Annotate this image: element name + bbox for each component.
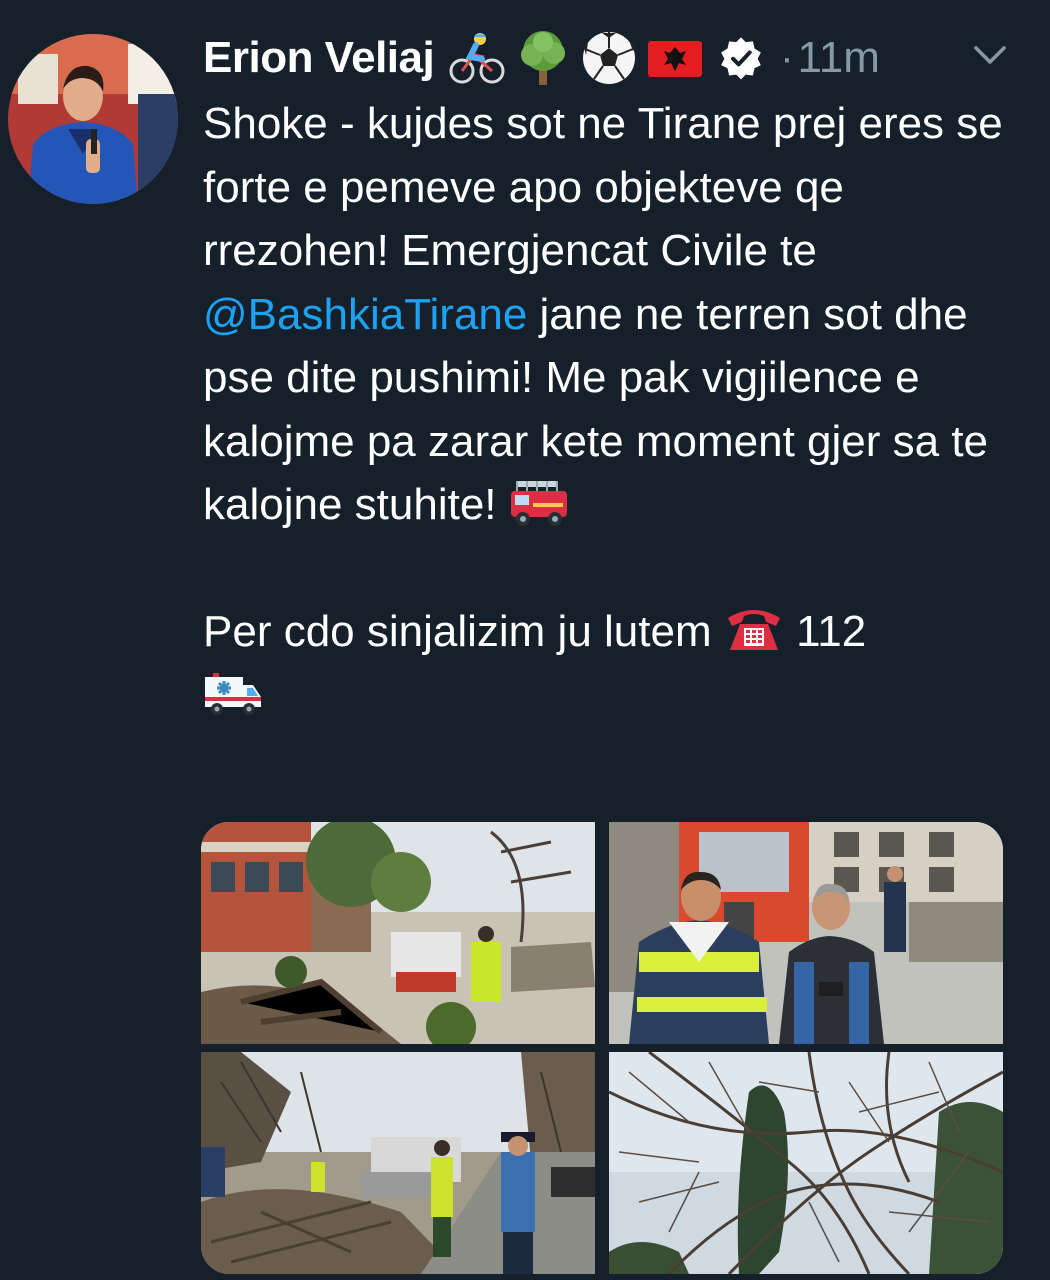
tweet: Erion Veliaj · 11m Shoke - kujdes sot ne… (0, 0, 1050, 1280)
tweet-text-part1: Shoke - kujdes sot ne Tirane prej eres s… (203, 99, 1003, 275)
timestamp[interactable]: 11m (798, 33, 880, 83)
tweet-text-line2-part1: Per cdo sinjalizim ju lutem (203, 606, 724, 656)
soccer-ball-emoji (580, 29, 638, 87)
telephone-emoji (724, 604, 784, 654)
albania-flag-emoji (646, 29, 704, 87)
media-grid (201, 822, 1003, 1274)
tweet-paragraph-1: Shoke - kujdes sot ne Tirane prej eres s… (203, 92, 1023, 537)
photo-tree-branches-sky[interactable] (609, 1052, 1003, 1274)
tree-emoji (514, 29, 572, 87)
photo-police-street-cleanup[interactable] (201, 1052, 595, 1274)
chevron-down-icon[interactable] (972, 40, 1008, 70)
ambulance-emoji (203, 667, 263, 717)
cyclist-emoji (448, 29, 506, 87)
tweet-paragraph-3 (203, 663, 1023, 727)
avatar[interactable] (8, 34, 178, 204)
mention-link[interactable]: @BashkiaTirane (203, 290, 527, 339)
separator-dot: · (780, 35, 794, 80)
tweet-paragraph-2: Per cdo sinjalizim ju lutem 112 (203, 600, 1023, 664)
photo-fallen-tree-street[interactable] (201, 822, 595, 1044)
name-emojis (448, 29, 778, 87)
author-name[interactable]: Erion Veliaj (203, 33, 435, 83)
emergency-number: 112 (783, 606, 867, 656)
tweet-text: Shoke - kujdes sot ne Tirane prej eres s… (203, 92, 1023, 727)
verified-badge-icon (712, 29, 770, 87)
fire-engine-emoji (509, 477, 569, 527)
photo-emergency-workers-truck[interactable] (609, 822, 1003, 1044)
tweet-header: Erion Veliaj · 11m (203, 28, 880, 88)
